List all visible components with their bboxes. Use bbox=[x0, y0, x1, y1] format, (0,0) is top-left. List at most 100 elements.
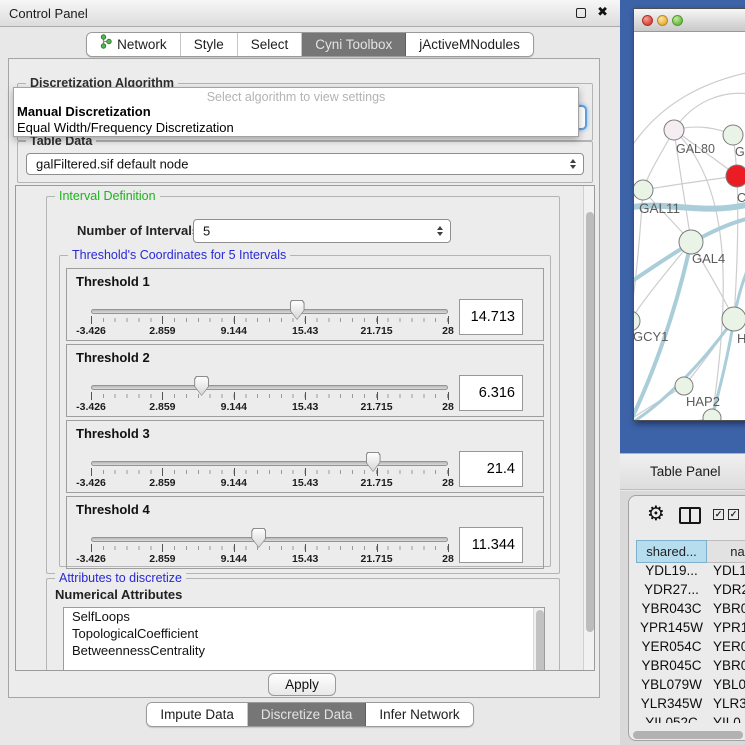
attribute-list-item[interactable]: TopologicalCoefficient bbox=[64, 625, 544, 642]
network-view-window[interactable]: GAL80GACGAL11GAL4GCY1HHAP2 bbox=[633, 8, 745, 421]
network-node-gal80[interactable] bbox=[664, 120, 684, 140]
algorithm-dropdown-popup: Select algorithm to view settings Manual… bbox=[13, 87, 579, 137]
axis-major-tick bbox=[305, 468, 306, 476]
network-node-hap2[interactable] bbox=[675, 377, 693, 395]
table-row[interactable]: YBL079WYBL0 bbox=[636, 677, 745, 696]
column-header-shared-name[interactable]: shared... bbox=[636, 540, 707, 563]
axis-tick-label: 15.43 bbox=[292, 325, 318, 337]
axis-major-tick bbox=[448, 316, 449, 324]
numerical-attributes-list[interactable]: SelfLoopsTopologicalCoefficientBetweenne… bbox=[63, 607, 545, 671]
attribute-list-item[interactable]: SelfLoops bbox=[64, 608, 544, 625]
threshold-slider-thumb[interactable] bbox=[290, 300, 305, 320]
bottom-tab-discretize-data[interactable]: Discretize Data bbox=[248, 703, 367, 726]
table-panel-titlebar: Table Panel bbox=[620, 453, 745, 490]
apply-button[interactable]: Apply bbox=[268, 673, 336, 696]
axis-tick-label: 28 bbox=[442, 477, 454, 489]
tab-jactivemnodules[interactable]: jActiveMNodules bbox=[406, 33, 533, 56]
name-cell: YLR3 bbox=[707, 696, 745, 715]
axis-major-tick bbox=[162, 544, 163, 552]
network-node-c[interactable] bbox=[726, 165, 745, 187]
threshold-slider-track[interactable] bbox=[91, 385, 448, 390]
algorithm-option-manual-discretization[interactable]: Manual Discretization bbox=[14, 104, 578, 120]
threshold-label: Threshold 4 bbox=[76, 502, 150, 517]
split-columns-icon[interactable] bbox=[679, 507, 701, 524]
table-horizontal-scrollbar[interactable] bbox=[633, 731, 743, 739]
table-data-combobox[interactable]: galFiltered.sif default node bbox=[26, 153, 584, 175]
axis-tick-label: 28 bbox=[442, 553, 454, 565]
table-row[interactable]: YDR27...YDR2 bbox=[636, 582, 745, 601]
column-header-name[interactable]: na bbox=[707, 540, 745, 563]
threshold-value-field[interactable]: 6.316 bbox=[459, 375, 523, 411]
axis-tick-label: 21.715 bbox=[361, 553, 393, 565]
table-row[interactable]: YPR145WYPR1 bbox=[636, 620, 745, 639]
gear-icon[interactable]: ⚙ bbox=[647, 501, 665, 525]
tab-cyni-toolbox[interactable]: Cyni Toolbox bbox=[302, 33, 406, 56]
network-edge[interactable] bbox=[674, 93, 745, 130]
close-traffic-light-icon[interactable] bbox=[642, 15, 653, 26]
threshold-slider-thumb[interactable] bbox=[251, 528, 266, 548]
threshold-label: Threshold 3 bbox=[76, 426, 150, 441]
threshold-value-field[interactable]: 14.713 bbox=[459, 299, 523, 335]
name-cell: YBR0 bbox=[707, 601, 745, 620]
settings-scrollbar[interactable] bbox=[583, 186, 594, 670]
table-row[interactable]: YDL19...YDL1 bbox=[636, 563, 745, 582]
network-canvas[interactable]: GAL80GACGAL11GAL4GCY1HHAP2 bbox=[634, 32, 745, 420]
number-of-intervals-value: 5 bbox=[203, 224, 210, 239]
table-row[interactable]: YER054CYER0 bbox=[636, 639, 745, 658]
thresholds-group-title: Threshold's Coordinates for 5 Intervals bbox=[68, 248, 290, 262]
threshold-slider-track[interactable] bbox=[91, 309, 448, 314]
network-edge[interactable] bbox=[634, 418, 712, 420]
threshold-slider-track[interactable] bbox=[91, 461, 448, 466]
tab-label: Network bbox=[117, 33, 167, 57]
table-row[interactable]: YIL052CYIL0 bbox=[636, 715, 745, 723]
bottom-tab-bar: Impute Data Discretize Data Infer Network bbox=[0, 702, 620, 727]
threshold-label: Threshold 1 bbox=[76, 274, 150, 289]
table-row[interactable]: YBR045CYBR0 bbox=[636, 658, 745, 677]
threshold-slider-thumb[interactable] bbox=[366, 452, 381, 472]
close-icon[interactable]: ✖ bbox=[597, 5, 608, 20]
bottom-tab-label: Discretize Data bbox=[261, 703, 353, 727]
axis-tick-label: -3.426 bbox=[76, 477, 106, 489]
axis-tick-label: 21.715 bbox=[361, 401, 393, 413]
network-node-h[interactable] bbox=[722, 307, 745, 331]
axis-tick-label: -3.426 bbox=[76, 325, 106, 337]
threshold-slider-track[interactable] bbox=[91, 537, 448, 542]
network-edge[interactable] bbox=[643, 176, 737, 190]
network-node-gcy1[interactable] bbox=[634, 311, 640, 331]
algorithm-option-equal-width-frequency[interactable]: Equal Width/Frequency Discretization bbox=[14, 120, 578, 136]
shared-name-cell: YBR045C bbox=[636, 658, 707, 677]
zoom-traffic-light-icon[interactable] bbox=[672, 15, 683, 26]
screen: Control Panel ✖ NetworkStyleSelectCyni T… bbox=[0, 0, 745, 745]
threshold-value-field[interactable]: 21.4 bbox=[459, 451, 523, 487]
network-node-gal11[interactable] bbox=[634, 180, 653, 200]
threshold-value-field[interactable]: 11.344 bbox=[459, 527, 523, 563]
axis-major-tick bbox=[305, 392, 306, 400]
threshold-panel-4: Threshold 4-3.4262.8599.14415.4321.71528… bbox=[66, 496, 544, 569]
checked-checkbox-icon[interactable]: ✓ bbox=[713, 509, 724, 520]
bottom-tab-infer-network[interactable]: Infer Network bbox=[366, 703, 472, 726]
number-of-intervals-spinner[interactable]: 5 bbox=[193, 219, 451, 243]
list-scrollbar[interactable] bbox=[533, 608, 544, 671]
threshold-slider-thumb[interactable] bbox=[194, 376, 209, 396]
table-row[interactable]: YBR043CYBR0 bbox=[636, 601, 745, 620]
tab-select[interactable]: Select bbox=[238, 33, 303, 56]
tab-style[interactable]: Style bbox=[181, 33, 238, 56]
bottom-tab-impute-data[interactable]: Impute Data bbox=[147, 703, 248, 726]
table-row[interactable]: YLR345WYLR3 bbox=[636, 696, 745, 715]
axis-major-tick bbox=[305, 316, 306, 324]
float-window-icon[interactable] bbox=[576, 8, 586, 18]
axis-major-tick bbox=[234, 468, 235, 476]
network-node-ga[interactable] bbox=[723, 125, 743, 145]
checked-checkbox-icon[interactable]: ✓ bbox=[728, 509, 739, 520]
axis-major-tick bbox=[91, 316, 92, 324]
attributes-group-title: Attributes to discretize bbox=[55, 571, 186, 585]
table-panel-inner: ⚙ ✓ ✓ shared... na YDL19...YDL1YDR27...Y… bbox=[628, 495, 745, 741]
tab-network[interactable]: Network bbox=[87, 33, 181, 56]
table-header-row: shared... na bbox=[636, 540, 745, 563]
network-edge[interactable] bbox=[674, 130, 723, 418]
minimize-traffic-light-icon[interactable] bbox=[657, 15, 668, 26]
name-cell: YBL0 bbox=[707, 677, 745, 696]
network-node[interactable] bbox=[703, 409, 721, 420]
axis-major-tick bbox=[377, 316, 378, 324]
attribute-list-item[interactable]: BetweennessCentrality bbox=[64, 642, 544, 659]
